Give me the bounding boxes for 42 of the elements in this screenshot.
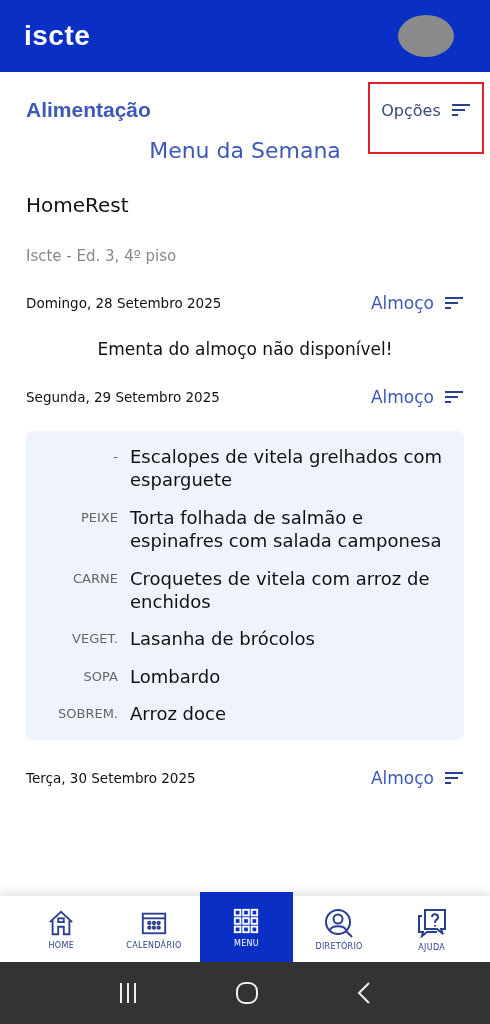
back-icon[interactable] bbox=[355, 981, 372, 1005]
day-date: Terça, 30 Setembro 2025 bbox=[26, 769, 196, 786]
unavailable-message: Ementa do almoço não disponível! bbox=[96, 339, 394, 359]
section-title: Menu da Semana bbox=[148, 138, 342, 163]
day-date: Domingo, 28 Setembro 2025 bbox=[26, 295, 222, 311]
nav-tab[interactable]: MENU bbox=[200, 892, 293, 962]
dish-name: Lombardo bbox=[130, 664, 221, 689]
filter-icon bbox=[444, 770, 464, 785]
dish-category: CARNE bbox=[72, 569, 118, 588]
restaurant-name: HomeRest bbox=[26, 193, 130, 217]
filter-icon bbox=[450, 103, 471, 117]
filter-icon bbox=[444, 390, 464, 404]
nav-tab[interactable]: DIRETÓRIO bbox=[292, 896, 386, 962]
dish-name: Torta folhada de salmão e espinafres com salada camponesa bbox=[130, 505, 443, 553]
filter-icon bbox=[444, 296, 464, 310]
restaurant-location: Iscte - Ed. 3, 4º piso bbox=[26, 247, 178, 265]
dish-category: SOPA bbox=[82, 667, 118, 686]
logo: iscte bbox=[24, 20, 91, 52]
dish-name: Arroz doce bbox=[130, 702, 226, 726]
dish-name: Escalopes de vitela grelhados com esparguete bbox=[130, 445, 443, 492]
nav-tab[interactable]: AJUDA bbox=[385, 896, 478, 962]
options-button[interactable]: Opções bbox=[381, 98, 471, 122]
nav-tab[interactable]: HOME bbox=[15, 896, 108, 962]
house-icon bbox=[47, 908, 76, 937]
meal-selector[interactable]: Almoço bbox=[370, 765, 464, 790]
grid-icon bbox=[232, 906, 261, 935]
nav-tab[interactable]: CALENDÁRIO bbox=[107, 896, 201, 962]
page-title: Alimentação bbox=[26, 98, 151, 122]
dish-name: Croquetes de vitela com arroz de enchidos bbox=[130, 566, 431, 614]
dish-category: SOBREM. bbox=[57, 705, 118, 724]
recent-apps-icon[interactable] bbox=[118, 981, 139, 1005]
help-chat-icon bbox=[415, 906, 448, 939]
dish-category: PEIXE bbox=[80, 508, 118, 527]
dish-name: Lasanha de brócolos bbox=[130, 627, 315, 651]
day-date: Segunda, 29 Setembro 2025 bbox=[26, 389, 220, 405]
home-icon[interactable] bbox=[235, 981, 259, 1005]
person-search-icon bbox=[324, 907, 355, 938]
dish-category: VEGET. bbox=[71, 630, 118, 649]
dish-category: - bbox=[112, 448, 118, 466]
avatar[interactable] bbox=[398, 15, 454, 57]
meal-selector[interactable]: Almoço bbox=[370, 291, 464, 315]
meal-selector[interactable]: Almoço bbox=[370, 385, 464, 409]
